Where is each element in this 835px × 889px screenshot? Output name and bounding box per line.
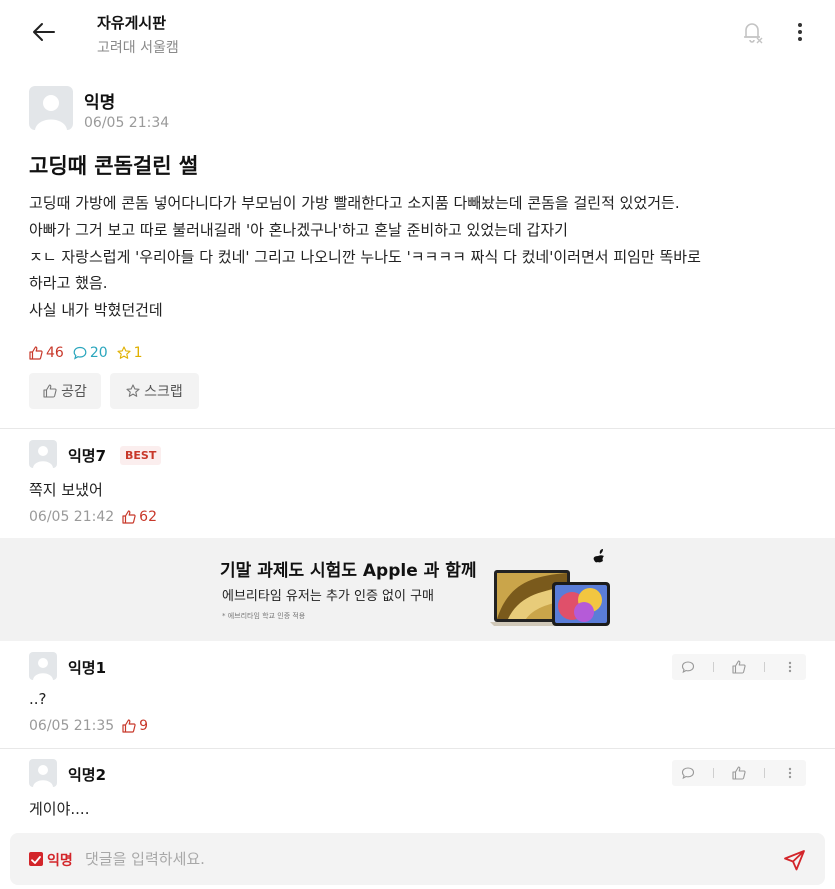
- check-icon: [31, 856, 41, 864]
- separator: [713, 662, 715, 672]
- board-title: 자유게시판: [97, 14, 167, 32]
- board-subtitle: 고려대 서울캠: [97, 40, 179, 56]
- more-vertical-icon[interactable]: [782, 659, 798, 675]
- comment-body: 쪽지 보냈어: [29, 481, 103, 499]
- reply-icon[interactable]: [680, 659, 696, 675]
- comment-author: 익명1: [68, 659, 107, 677]
- comment-author: 익명7: [68, 447, 107, 465]
- separator: [763, 768, 765, 778]
- thumbs-up-icon: [43, 384, 57, 398]
- ad-subtitle: 에브리타임 유저는 추가 인증 없이 구매: [222, 589, 435, 604]
- star-icon: [126, 384, 140, 397]
- best-badge: BEST: [120, 446, 162, 465]
- comment-like-count: 9: [122, 718, 148, 734]
- scrap-button[interactable]: 스크랩: [110, 373, 199, 409]
- like-button[interactable]: 공감: [29, 373, 101, 409]
- thumbs-up-icon: [122, 510, 136, 524]
- top-bar: 자유게시판 고려대 서울캠: [0, 0, 835, 70]
- thumbs-up-icon[interactable]: [731, 659, 747, 675]
- post-author: 익명: [84, 93, 116, 113]
- post-title: 고딩때 콘돔걸린 썰: [29, 154, 199, 178]
- comment-like-value: 62: [139, 509, 157, 525]
- comment-time: 06/05 21:35: [29, 718, 115, 734]
- comment-avatar: [29, 759, 57, 787]
- apple-devices-image: [490, 549, 610, 626]
- like-button-label: 공감: [61, 384, 87, 400]
- post-stats: 46 20 1: [29, 343, 152, 363]
- post-time: 06/05 21:34: [84, 115, 170, 131]
- separator: [713, 768, 715, 778]
- thumbs-up-icon: [122, 719, 136, 733]
- thumbs-up-icon: [29, 346, 43, 360]
- comment-meta: 06/05 21:42 62: [29, 509, 157, 525]
- ad-title: 기말 과제도 시험도 Apple 과 함께: [220, 561, 477, 581]
- anonymous-checkbox[interactable]: [29, 852, 43, 866]
- star-icon: [117, 346, 131, 359]
- scrap-count-value: 1: [133, 345, 143, 361]
- scrap-count: 1: [117, 345, 143, 361]
- comment-like-value: 9: [139, 718, 149, 734]
- comment-count: 20: [73, 345, 108, 361]
- like-count-value: 46: [46, 345, 64, 361]
- comment-avatar: [29, 652, 57, 680]
- comment-meta: 06/05 21:35 9: [29, 718, 148, 734]
- divider: [0, 748, 835, 749]
- send-icon[interactable]: [783, 848, 807, 872]
- thumbs-up-icon[interactable]: [731, 765, 747, 781]
- reply-icon[interactable]: [680, 765, 696, 781]
- comment-author: 익명2: [68, 766, 107, 784]
- arrow-left-icon[interactable]: [30, 18, 58, 46]
- comment-actions: [672, 654, 806, 680]
- comment-body: 게이야....: [29, 800, 90, 818]
- comment-like-count: 62: [122, 509, 157, 525]
- bell-off-icon[interactable]: [738, 18, 766, 46]
- post-author-avatar: [29, 86, 73, 130]
- comment-avatar: [29, 440, 57, 468]
- divider: [0, 428, 835, 429]
- anonymous-label: 익명: [47, 853, 73, 869]
- comment-count-value: 20: [89, 345, 108, 361]
- speech-bubble-icon: [73, 346, 87, 360]
- like-count: 46: [29, 345, 64, 361]
- scrap-button-label: 스크랩: [144, 384, 183, 400]
- more-vertical-icon[interactable]: [790, 18, 810, 46]
- comment-body: ..?: [29, 690, 47, 708]
- comment-actions: [672, 760, 806, 786]
- comment-time: 06/05 21:42: [29, 509, 115, 525]
- ad-note: * 에브리타임 학교 인증 적용: [222, 612, 306, 620]
- separator: [763, 662, 765, 672]
- post-body: 고딩때 가방에 콘돔 넣어다니다가 부모님이 가방 빨래한다고 소지품 다빼놨는…: [29, 194, 701, 320]
- ad-banner[interactable]: 기말 과제도 시험도 Apple 과 함께 에브리타임 유저는 추가 인증 없이…: [0, 538, 835, 641]
- comment-input[interactable]: [85, 846, 765, 872]
- comment-composer: 익명: [10, 833, 825, 885]
- more-vertical-icon[interactable]: [782, 765, 798, 781]
